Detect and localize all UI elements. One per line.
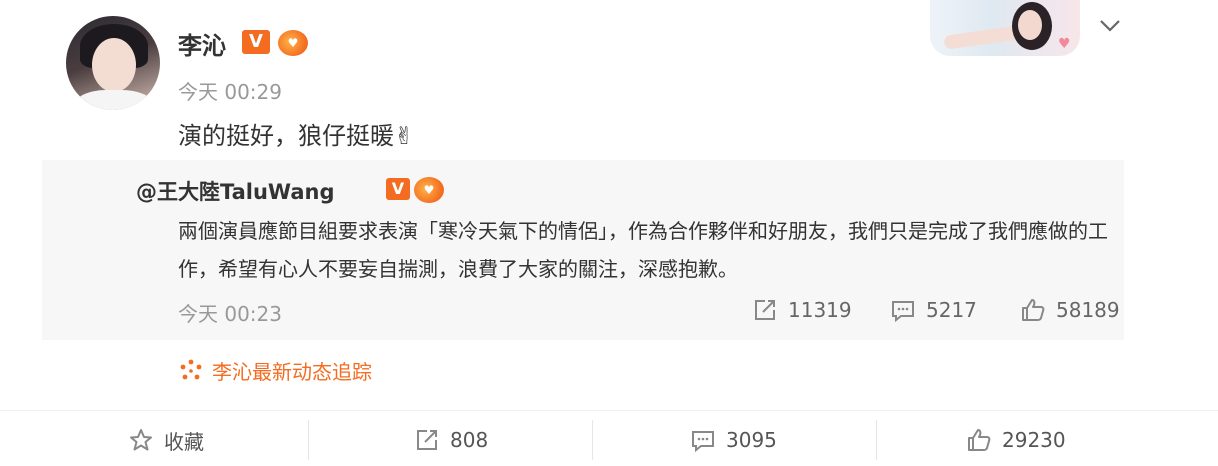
repost-like-count[interactable]: 58189 xyxy=(1020,296,1120,324)
action-bar-separator xyxy=(308,420,309,460)
repost-timestamp[interactable]: 今天 00:23 xyxy=(178,298,282,327)
verified-badge: V xyxy=(242,30,270,54)
repost-verified-badge: V xyxy=(386,178,410,200)
comment-button[interactable]: 3095 xyxy=(690,424,777,456)
repost-icon xyxy=(417,430,437,450)
repost-share-value: 11319 xyxy=(788,298,852,322)
follow-updates-link[interactable]: 李沁最新动态追踪 xyxy=(178,356,372,385)
sunburst-icon xyxy=(180,359,202,379)
fan-badge-icon: ♥ xyxy=(278,30,308,56)
like-count: 29230 xyxy=(1002,428,1066,452)
decorative-banner-image: ♥ xyxy=(930,0,1080,56)
follow-updates-label: 李沁最新动态追踪 xyxy=(212,360,372,384)
comment-count: 3095 xyxy=(726,428,777,452)
comment-icon xyxy=(892,301,914,323)
repost-comment-count[interactable]: 5217 xyxy=(890,296,977,324)
star-icon xyxy=(130,429,152,451)
action-bar-separator xyxy=(876,420,877,460)
like-button[interactable]: 29230 xyxy=(966,424,1066,456)
like-icon xyxy=(968,429,991,451)
favorite-label: 收藏 xyxy=(164,429,204,454)
repost-like-value: 58189 xyxy=(1056,298,1120,322)
author-name[interactable]: 李沁 xyxy=(178,26,226,61)
author-avatar[interactable] xyxy=(66,16,160,110)
repost-share-count[interactable]: 11319 xyxy=(752,296,852,324)
post-timestamp[interactable]: 今天 00:29 xyxy=(178,76,282,105)
post-text: 演的挺好，狼仔挺暖✌ xyxy=(178,122,415,150)
repost-fan-badge-icon: ♥ xyxy=(414,177,444,203)
favorite-button[interactable]: 收藏 xyxy=(128,424,204,456)
repost-icon xyxy=(755,300,775,320)
repost-author[interactable]: @王大陸TaluWang xyxy=(136,176,335,206)
comment-icon xyxy=(692,431,714,453)
like-icon xyxy=(1022,299,1045,321)
repost-count: 808 xyxy=(450,428,489,452)
repost-text: 兩個演員應節目組要求表演「寒冷天氣下的情侶」，作為合作夥伴和好朋友，我們只是完成… xyxy=(178,219,1108,281)
repost-button[interactable]: 808 xyxy=(414,424,488,456)
repost-comment-value: 5217 xyxy=(926,298,977,322)
action-bar-separator xyxy=(592,420,593,460)
action-bar-divider xyxy=(0,410,1218,411)
chevron-down-icon[interactable] xyxy=(1096,12,1124,40)
